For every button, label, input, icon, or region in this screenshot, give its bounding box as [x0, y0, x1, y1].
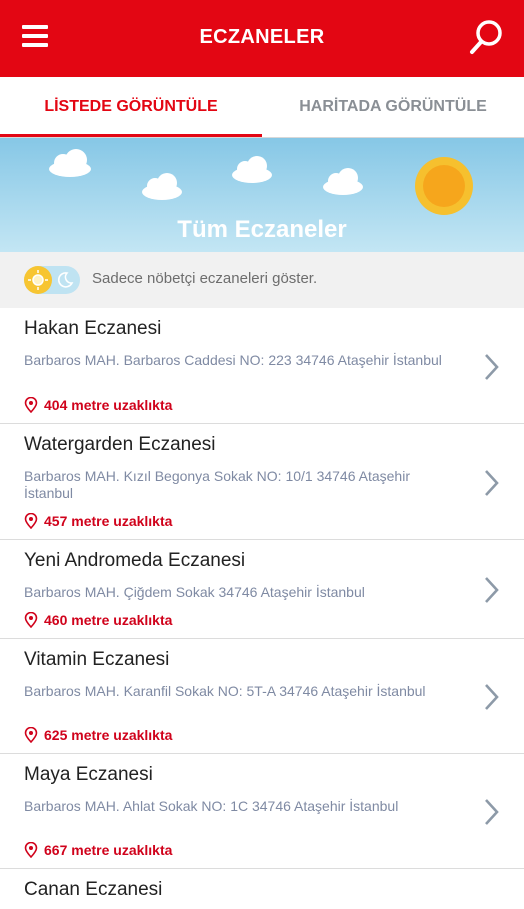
app-bar: ECZANELER [0, 0, 524, 77]
cloud-icon [49, 149, 91, 177]
chevron-right-icon [485, 684, 499, 710]
list-item[interactable]: Canan Eczanesi [0, 869, 524, 909]
pharmacy-address: Barbaros MAH. Çiğdem Sokak 34746 Ataşehi… [24, 584, 365, 600]
location-pin-icon [24, 611, 38, 629]
location-pin-icon [24, 726, 38, 744]
sun-toggle-icon [24, 266, 52, 294]
pharmacy-distance: 667 metre uzaklıkta [24, 841, 172, 859]
pharmacy-name: Vitamin Eczanesi [24, 649, 170, 670]
location-pin-icon [24, 841, 38, 859]
list-item[interactable]: Watergarden Eczanesi Barbaros MAH. Kızıl… [0, 424, 524, 540]
chevron-right-icon [485, 577, 499, 603]
location-pin-icon [24, 396, 38, 414]
pharmacy-name: Canan Eczanesi [24, 879, 163, 900]
search-icon[interactable] [466, 16, 506, 58]
list-item[interactable]: Yeni Andromeda Eczanesi Barbaros MAH. Çi… [0, 540, 524, 639]
pharmacy-address: Barbaros MAH. Karanfil Sokak NO: 5T-A 34… [24, 683, 426, 699]
banner-title: Tüm Eczaneler [177, 216, 347, 243]
chevron-right-icon [485, 799, 499, 825]
moon-icon [57, 272, 74, 288]
cloud-icon [232, 156, 272, 183]
sun-icon [415, 157, 473, 215]
pharmacy-distance: 460 metre uzaklıkta [24, 611, 172, 629]
pharmacy-name: Maya Eczanesi [24, 764, 153, 785]
filter-label: Sadece nöbetçi eczaneleri göster. [92, 270, 318, 287]
list-item[interactable]: Maya Eczanesi Barbaros MAH. Ahlat Sokak … [0, 754, 524, 869]
pharmacy-address: Barbaros MAH. Barbaros Caddesi NO: 223 3… [24, 352, 442, 368]
tab-list-view[interactable]: LİSTEDE GÖRÜNTÜLE [0, 77, 262, 137]
list-item[interactable]: Vitamin Eczanesi Barbaros MAH. Karanfil … [0, 639, 524, 754]
location-pin-icon [24, 512, 38, 530]
tab-map-view[interactable]: HARİTADA GÖRÜNTÜLE [262, 77, 524, 137]
pharmacy-address: Barbaros MAH. Ahlat Sokak NO: 1C 34746 A… [24, 798, 399, 814]
view-tabs: LİSTEDE GÖRÜNTÜLE HARİTADA GÖRÜNTÜLE [0, 77, 524, 137]
cloud-icon [323, 168, 363, 195]
list-item[interactable]: Hakan Eczanesi Barbaros MAH. Barbaros Ca… [0, 308, 524, 424]
page-title: ECZANELER [199, 26, 325, 48]
pharmacy-name: Yeni Andromeda Eczanesi [24, 550, 246, 571]
chevron-right-icon [485, 354, 499, 380]
cloud-icon [142, 173, 182, 200]
pharmacy-name: Watergarden Eczanesi [24, 434, 216, 455]
pharmacy-distance: 457 metre uzaklıkta [24, 512, 172, 530]
pharmacy-address: Barbaros MAH. Kızıl Begonya Sokak NO: 10… [24, 468, 410, 501]
weather-banner: Tüm Eczaneler [0, 138, 524, 252]
chevron-right-icon [485, 470, 499, 496]
pharmacy-name: Hakan Eczanesi [24, 318, 162, 339]
pharmacy-distance: 404 metre uzaklıkta [24, 396, 172, 414]
pharmacy-distance: 625 metre uzaklıkta [24, 726, 172, 744]
on-duty-toggle[interactable] [24, 266, 80, 294]
